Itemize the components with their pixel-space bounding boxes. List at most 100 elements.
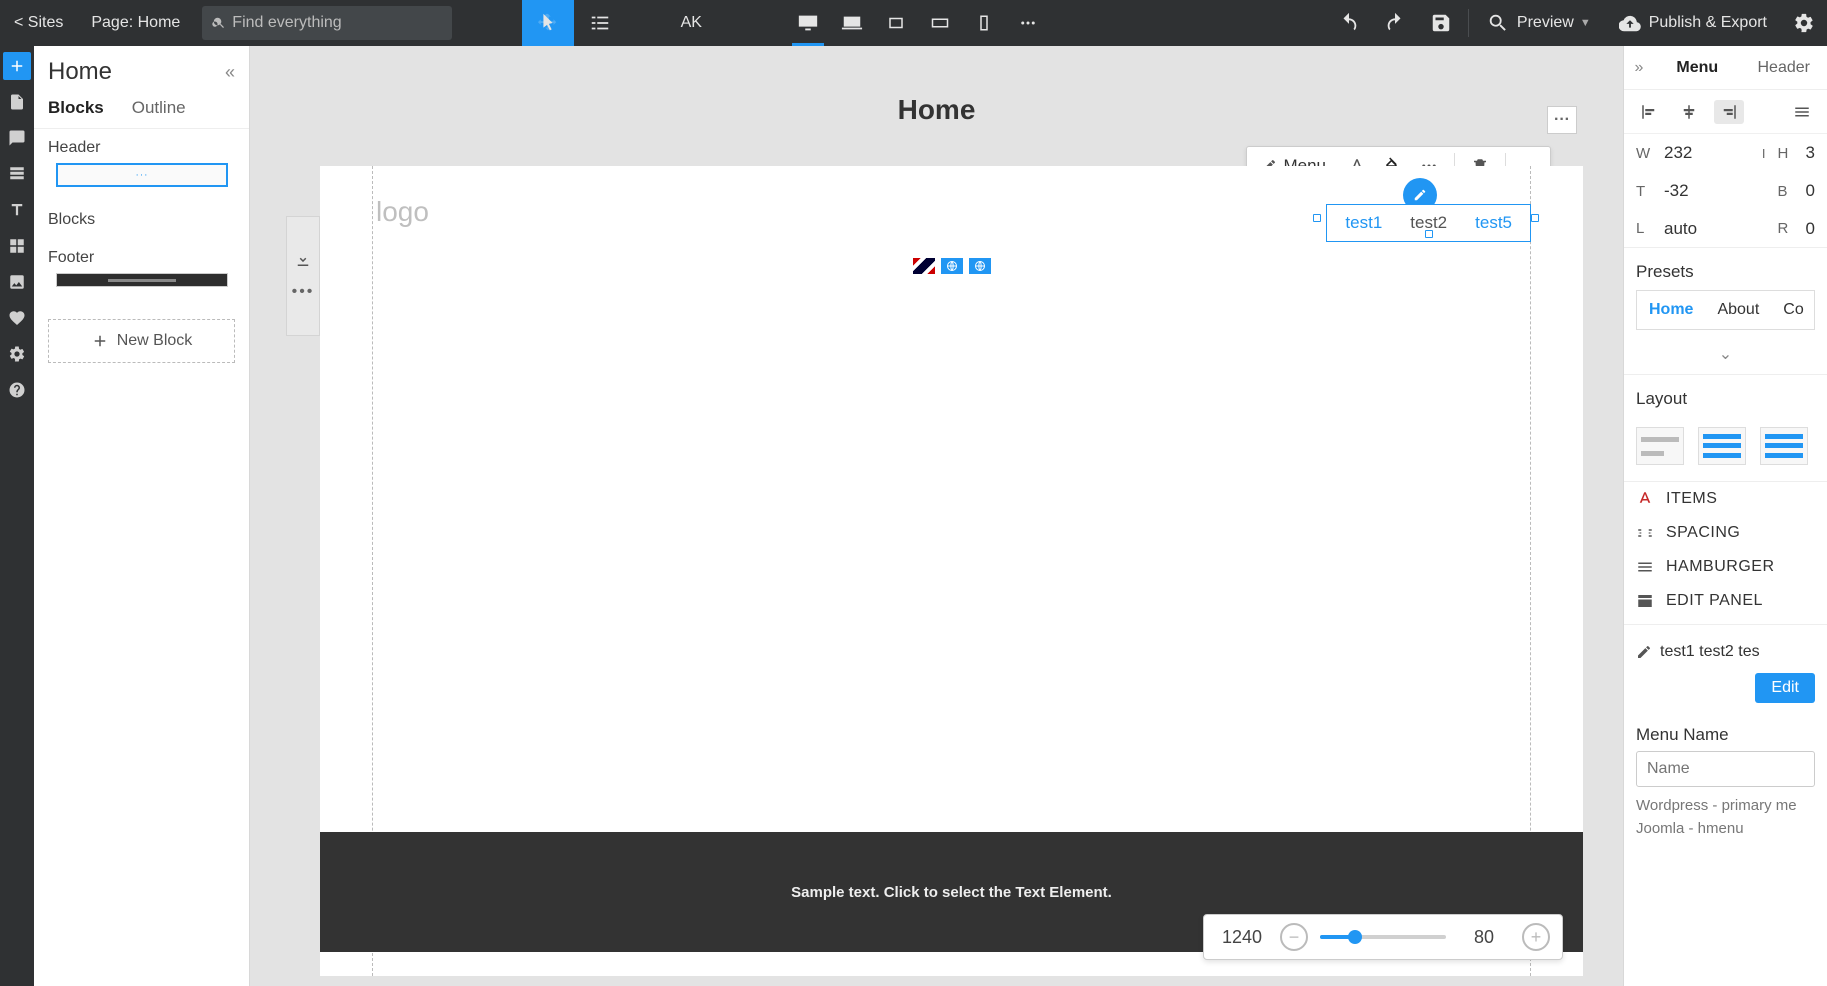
move-tool-button[interactable] <box>522 0 574 46</box>
zoom-slider[interactable] <box>1320 935 1446 939</box>
height-value[interactable]: 3 <box>1806 143 1815 163</box>
flag-generic-icon[interactable] <box>969 258 991 274</box>
canvas-page-title: Home <box>250 94 1623 126</box>
move-cursor-icon <box>537 12 559 34</box>
collapse-left-panel-button[interactable]: « <box>225 62 235 83</box>
zoom-slider-knob[interactable] <box>1348 930 1362 944</box>
save-button[interactable] <box>1418 0 1464 46</box>
page-options-button[interactable]: ··· <box>1547 106 1577 134</box>
canvas-page[interactable]: logo test1 test2 test5 <box>320 166 1583 976</box>
menu-name-label: Menu Name <box>1624 715 1827 751</box>
language-switcher[interactable] <box>913 258 991 274</box>
rail-typography-button[interactable] <box>3 196 31 224</box>
align-center-button[interactable] <box>1674 100 1704 124</box>
undo-button[interactable] <box>1326 0 1372 46</box>
expand-right-panel-button[interactable]: » <box>1624 59 1654 77</box>
preview-button[interactable]: Preview ▼ <box>1473 0 1605 46</box>
layout-option-1[interactable] <box>1636 427 1684 465</box>
header-block[interactable]: logo test1 test2 test5 <box>320 166 1583 296</box>
new-block-button[interactable]: New Block <box>48 319 235 363</box>
bottom-label: B <box>1778 183 1796 200</box>
tablet-landscape-icon <box>887 14 905 32</box>
redo-button[interactable] <box>1372 0 1418 46</box>
user-avatar[interactable]: AK <box>666 14 716 32</box>
rail-help-button[interactable] <box>3 376 31 404</box>
new-block-label: New Block <box>117 332 193 350</box>
page-selector[interactable]: Page: Home <box>77 14 194 32</box>
device-tablet-portrait-button[interactable] <box>918 0 962 46</box>
chat-icon <box>8 129 26 147</box>
canvas-tray-button[interactable]: ••• <box>286 216 320 336</box>
rtab-menu[interactable]: Menu <box>1654 59 1741 77</box>
prop-items-row[interactable]: ITEMS <box>1624 482 1827 516</box>
save-icon <box>1430 12 1452 34</box>
phone-icon <box>975 14 993 32</box>
caret-down-icon: ▼ <box>1580 17 1591 29</box>
align-right-button[interactable] <box>1714 100 1744 124</box>
rtab-header[interactable]: Header <box>1741 59 1827 77</box>
rail-add-button[interactable] <box>3 52 31 80</box>
rail-pages-button[interactable] <box>3 88 31 116</box>
logo-placeholder[interactable]: logo <box>376 196 429 228</box>
layout-option-3[interactable] <box>1760 427 1808 465</box>
align-left-button[interactable] <box>1634 100 1664 124</box>
settings-button[interactable] <box>1781 0 1827 46</box>
prop-editpanel-row[interactable]: EDIT PANEL <box>1624 584 1827 618</box>
prop-hamburger-row[interactable]: HAMBURGER <box>1624 550 1827 584</box>
pencil-icon <box>1413 188 1427 202</box>
device-more-button[interactable] <box>1006 0 1050 46</box>
flag-uk-icon[interactable] <box>913 258 935 274</box>
tab-blocks[interactable]: Blocks <box>48 98 104 128</box>
rail-comments-button[interactable] <box>3 124 31 152</box>
flag-generic-icon[interactable] <box>941 258 963 274</box>
redo-icon <box>1384 12 1406 34</box>
edit-menu-items-button[interactable]: Edit <box>1755 673 1815 703</box>
rail-sections-button[interactable] <box>3 160 31 188</box>
tab-outline[interactable]: Outline <box>132 98 186 128</box>
rail-layout-button[interactable] <box>3 232 31 260</box>
block-thumb-header[interactable] <box>56 163 228 187</box>
preset-contact[interactable]: Co <box>1771 301 1815 319</box>
image-icon <box>8 273 26 291</box>
rail-media-button[interactable] <box>3 268 31 296</box>
bottom-value[interactable]: 0 <box>1806 181 1815 201</box>
zoom-in-button[interactable]: + <box>1522 923 1550 951</box>
footer-sample-text[interactable]: Sample text. Click to select the Text El… <box>791 884 1112 901</box>
global-search[interactable]: Find everything <box>202 6 452 40</box>
outline-tool-button[interactable] <box>574 0 626 46</box>
rail-favorites-button[interactable] <box>3 304 31 332</box>
menu-items-preview: test1 test2 tes <box>1624 631 1827 667</box>
layout-title: Layout <box>1624 375 1827 417</box>
device-laptop-button[interactable] <box>830 0 874 46</box>
menu-item[interactable]: test5 <box>1475 213 1512 233</box>
undo-icon <box>1338 12 1360 34</box>
align-justify-button[interactable] <box>1787 100 1817 124</box>
device-phone-button[interactable] <box>962 0 1006 46</box>
block-thumb-footer[interactable] <box>56 273 228 287</box>
align-center-icon <box>1680 103 1698 121</box>
right-value[interactable]: 0 <box>1806 219 1815 239</box>
menu-name-input[interactable] <box>1636 751 1815 787</box>
panel-icon <box>1636 592 1654 610</box>
preset-home[interactable]: Home <box>1637 301 1705 319</box>
width-value[interactable]: 232 <box>1664 143 1692 163</box>
rail-settings-button[interactable] <box>3 340 31 368</box>
presets-expand-button[interactable]: ⌄ <box>1624 338 1827 375</box>
menu-items-text: test1 test2 tes <box>1660 643 1760 661</box>
publish-button[interactable]: Publish & Export <box>1605 0 1781 46</box>
top-toolbar: < Sites Page: Home Find everything AK <box>0 0 1827 46</box>
zoom-out-button[interactable]: − <box>1280 923 1308 951</box>
layout-option-2[interactable] <box>1698 427 1746 465</box>
device-desktop-button[interactable] <box>786 0 830 46</box>
left-value[interactable]: auto <box>1664 219 1697 239</box>
top-value[interactable]: -32 <box>1664 181 1689 201</box>
selection-handle[interactable] <box>1425 230 1433 238</box>
menu-item[interactable]: test1 <box>1345 213 1382 233</box>
selection-handle[interactable] <box>1313 214 1321 222</box>
prop-spacing-row[interactable]: SPACING <box>1624 516 1827 550</box>
section-label-header: Header <box>48 139 235 157</box>
selection-handle[interactable] <box>1531 214 1539 222</box>
sites-back-link[interactable]: < Sites <box>0 14 77 32</box>
device-tablet-landscape-button[interactable] <box>874 0 918 46</box>
preset-about[interactable]: About <box>1705 301 1771 319</box>
